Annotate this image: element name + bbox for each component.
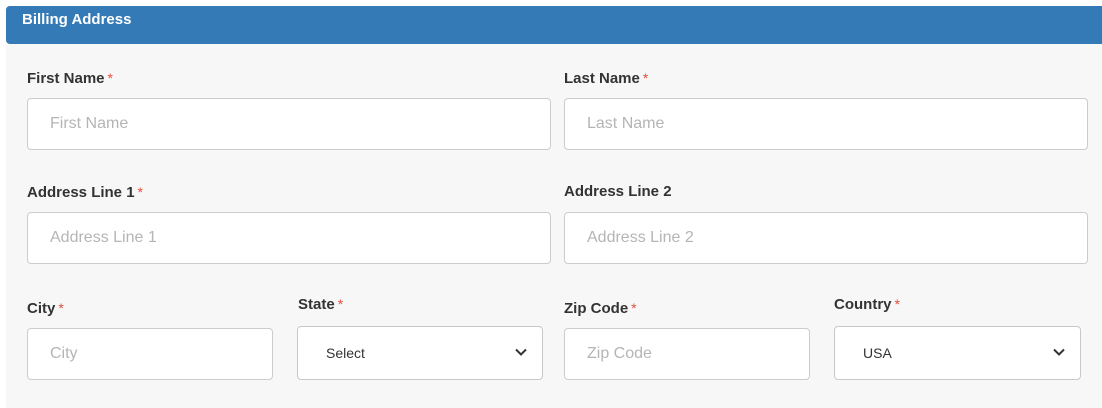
chevron-down-icon bbox=[1053, 348, 1065, 356]
last-name-label: Last Name * bbox=[564, 68, 648, 89]
city-input[interactable] bbox=[27, 328, 273, 380]
country-select[interactable]: USA bbox=[834, 326, 1081, 380]
country-selected-value: USA bbox=[863, 345, 892, 361]
country-label-text: Country bbox=[834, 296, 892, 313]
panel-header: Billing Address bbox=[6, 6, 1102, 44]
panel-title: Billing Address bbox=[22, 11, 132, 28]
last-name-label-text: Last Name bbox=[564, 70, 640, 87]
state-select[interactable]: Select bbox=[297, 326, 543, 380]
zip-code-label: Zip Code * bbox=[564, 298, 637, 319]
address-line-1-label: Address Line 1 * bbox=[27, 182, 143, 203]
required-mark: * bbox=[58, 300, 64, 316]
state-label-text: State bbox=[298, 296, 335, 313]
city-label: City * bbox=[27, 298, 64, 319]
first-name-label: First Name * bbox=[27, 68, 113, 89]
billing-address-panel: Billing Address First Name* Last Name* A… bbox=[6, 6, 1102, 408]
required-mark: * bbox=[107, 70, 113, 86]
zip-code-input[interactable] bbox=[564, 328, 810, 380]
first-name-label-text: First Name bbox=[27, 70, 105, 87]
required-mark: * bbox=[137, 184, 143, 200]
address-line-2-label-text: Address Line 2 bbox=[564, 183, 672, 200]
required-mark: * bbox=[337, 296, 344, 312]
address-line-2-input[interactable] bbox=[564, 212, 1088, 264]
required-mark: * bbox=[894, 296, 900, 312]
city-label-text: City bbox=[27, 300, 56, 317]
chevron-down-icon bbox=[515, 348, 527, 356]
country-label: Country * bbox=[834, 294, 900, 315]
required-mark: * bbox=[642, 70, 649, 86]
address-line-2-label: Address Line 2 bbox=[564, 182, 672, 202]
last-name-input[interactable] bbox=[564, 98, 1088, 150]
zip-code-label-text: Zip Code bbox=[564, 300, 629, 317]
required-mark: * bbox=[631, 300, 637, 316]
address-line-1-label-text: Address Line 1 bbox=[27, 184, 135, 201]
state-selected-value: Select bbox=[326, 345, 365, 361]
address-line-1-input[interactable] bbox=[27, 212, 551, 264]
first-name-input[interactable] bbox=[27, 98, 551, 150]
state-label: State * bbox=[298, 294, 343, 315]
